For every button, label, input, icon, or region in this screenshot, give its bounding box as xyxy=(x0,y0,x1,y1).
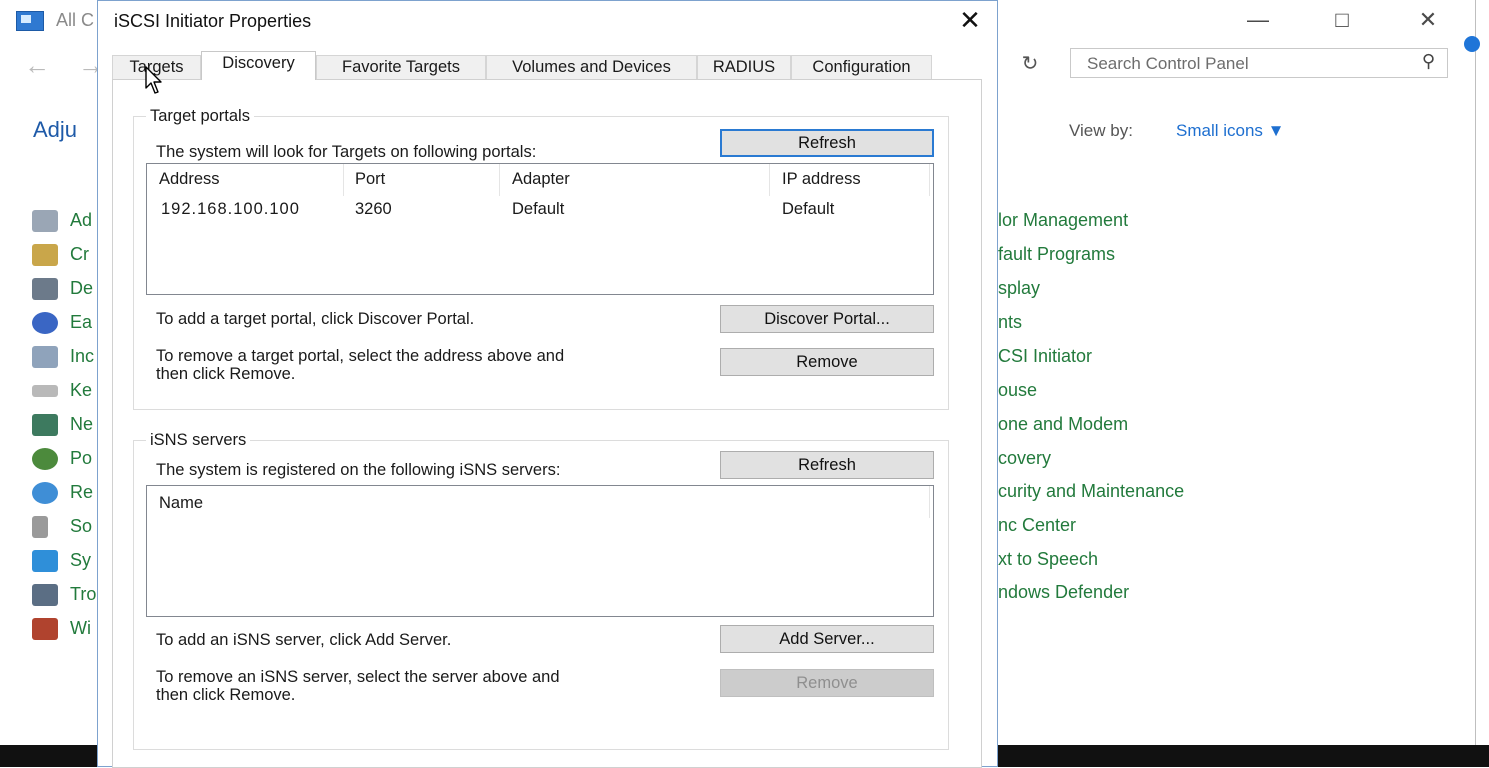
isns-servers-group: iSNS servers The system is registered on… xyxy=(133,431,949,750)
cp-item[interactable]: Inc xyxy=(32,344,96,370)
refresh-icon[interactable]: ↻ xyxy=(1016,50,1044,78)
cp-item[interactable]: Tro xyxy=(32,582,96,608)
cp-item[interactable]: Ke xyxy=(32,378,96,404)
remove-portal-hint-line1: To remove a target portal, select the ad… xyxy=(156,347,565,365)
maximize-icon[interactable]: □ xyxy=(1320,4,1364,36)
search-icon[interactable]: ⚲ xyxy=(1422,51,1435,72)
cp-item[interactable]: Cr xyxy=(32,242,96,268)
view-by-label: View by: xyxy=(1069,121,1133,140)
tab-configuration[interactable]: Configuration xyxy=(791,55,932,79)
column-header-name[interactable]: Name xyxy=(159,494,203,513)
column-divider[interactable] xyxy=(929,486,930,518)
refresh-portals-button[interactable]: Refresh xyxy=(720,129,934,157)
cp-item[interactable]: Sy xyxy=(32,548,96,574)
admin-tools-icon xyxy=(32,210,58,232)
isns-description: The system is registered on the followin… xyxy=(156,461,561,479)
cp-item-right[interactable]: fault Programs xyxy=(998,244,1115,265)
cp-item[interactable]: Wi xyxy=(32,616,96,642)
tab-strip: Targets Discovery Favorite Targets Volum… xyxy=(112,51,934,80)
remove-server-hint-line2: then click Remove. xyxy=(156,686,296,704)
region-icon xyxy=(32,482,58,504)
refresh-isns-button[interactable]: Refresh xyxy=(720,451,934,479)
indexing-icon xyxy=(32,346,58,368)
cp-item-right[interactable]: lor Management xyxy=(998,210,1128,231)
minimize-icon[interactable]: — xyxy=(1236,4,1280,36)
remove-portal-button[interactable]: Remove xyxy=(720,348,934,376)
cp-item-right[interactable]: one and Modem xyxy=(998,414,1128,435)
column-header-adapter[interactable]: Adapter xyxy=(512,170,570,189)
add-portal-hint: To add a target portal, click Discover P… xyxy=(156,310,475,328)
cp-item[interactable]: Re xyxy=(32,480,96,506)
cp-item-right[interactable]: ouse xyxy=(998,380,1037,401)
view-by-dropdown[interactable]: Small icons ▼ xyxy=(1176,121,1284,141)
add-server-button[interactable]: Add Server... xyxy=(720,625,934,653)
cp-item-right[interactable]: nc Center xyxy=(998,515,1076,536)
discover-portal-button[interactable]: Discover Portal... xyxy=(720,305,934,333)
keyboard-icon xyxy=(32,385,58,397)
cp-item-right[interactable]: curity and Maintenance xyxy=(998,481,1184,502)
add-server-hint: To add an iSNS server, click Add Server. xyxy=(156,631,452,649)
group-title: iSNS servers xyxy=(146,431,251,450)
iscsi-dialog: iSCSI Initiator Properties ✕ Targets Dis… xyxy=(97,0,998,768)
tab-radius[interactable]: RADIUS xyxy=(697,55,791,79)
column-header-address[interactable]: Address xyxy=(159,170,220,189)
remove-portal-hint-line2: then click Remove. xyxy=(156,365,296,383)
tab-discovery[interactable]: Discovery xyxy=(201,51,316,80)
ease-of-access-icon xyxy=(32,312,58,334)
column-divider[interactable] xyxy=(343,164,344,196)
column-divider[interactable] xyxy=(929,164,930,196)
cp-item-right[interactable]: CSI Initiator xyxy=(998,346,1092,367)
search-placeholder: Search Control Panel xyxy=(1087,54,1249,73)
column-divider[interactable] xyxy=(769,164,770,196)
column-header-ip-address[interactable]: IP address xyxy=(782,170,861,189)
isns-servers-list[interactable]: Name xyxy=(146,485,934,617)
system-icon xyxy=(32,550,58,572)
cp-item-right[interactable]: splay xyxy=(998,278,1040,299)
target-portals-group: Target portals The system will look for … xyxy=(133,107,949,410)
remove-server-hint-line1: To remove an iSNS server, select the ser… xyxy=(156,668,560,686)
network-icon xyxy=(32,414,58,436)
dialog-title: iSCSI Initiator Properties xyxy=(114,11,312,31)
tab-volumes-and-devices[interactable]: Volumes and Devices xyxy=(486,55,697,79)
device-manager-icon xyxy=(32,278,58,300)
cp-item-right[interactable]: xt to Speech xyxy=(998,549,1098,570)
cp-item-right[interactable]: ndows Defender xyxy=(998,582,1129,603)
cp-item[interactable]: Ea xyxy=(32,310,96,336)
power-icon xyxy=(32,448,58,470)
sound-icon xyxy=(32,516,48,538)
firewall-icon xyxy=(32,618,58,640)
view-by-value: Small icons xyxy=(1176,121,1263,140)
cp-item[interactable]: So xyxy=(32,514,96,540)
cp-item[interactable]: Ad xyxy=(32,208,96,234)
cp-item[interactable]: Ne xyxy=(32,412,96,438)
cp-item[interactable]: Po xyxy=(32,446,96,472)
cp-item[interactable]: De xyxy=(32,276,96,302)
cell-port: 3260 xyxy=(355,200,392,218)
remove-server-button[interactable]: Remove xyxy=(720,669,934,697)
cell-ip-address: Default xyxy=(782,200,835,218)
cell-address: 192.168.100.100 xyxy=(161,200,300,218)
troubleshooting-icon xyxy=(32,584,58,606)
column-divider[interactable] xyxy=(499,164,500,196)
help-icon[interactable] xyxy=(1464,36,1480,52)
back-arrow-icon[interactable]: ← xyxy=(24,50,50,81)
page-title: Adju xyxy=(33,117,78,142)
cell-adapter: Default xyxy=(512,200,565,218)
cp-item-right[interactable]: nts xyxy=(998,312,1022,333)
credential-icon xyxy=(32,244,58,266)
control-panel-icon xyxy=(16,11,44,31)
tab-favorite-targets[interactable]: Favorite Targets xyxy=(316,55,486,79)
target-portals-description: The system will look for Targets on foll… xyxy=(156,143,537,161)
close-icon[interactable]: ✕ xyxy=(1406,4,1450,36)
cp-item-right[interactable]: covery xyxy=(998,448,1051,469)
group-title: Target portals xyxy=(146,107,254,126)
close-icon[interactable]: ✕ xyxy=(950,3,990,37)
mouse-cursor-icon xyxy=(145,66,162,94)
control-panel-title: All C xyxy=(56,10,95,30)
target-portals-list[interactable]: Address Port Adapter IP address 192.168.… xyxy=(146,163,934,295)
discovery-tab-panel: Target portals The system will look for … xyxy=(112,79,982,768)
column-header-port[interactable]: Port xyxy=(355,170,385,189)
search-input[interactable]: Search Control Panel ⚲ xyxy=(1070,48,1448,78)
